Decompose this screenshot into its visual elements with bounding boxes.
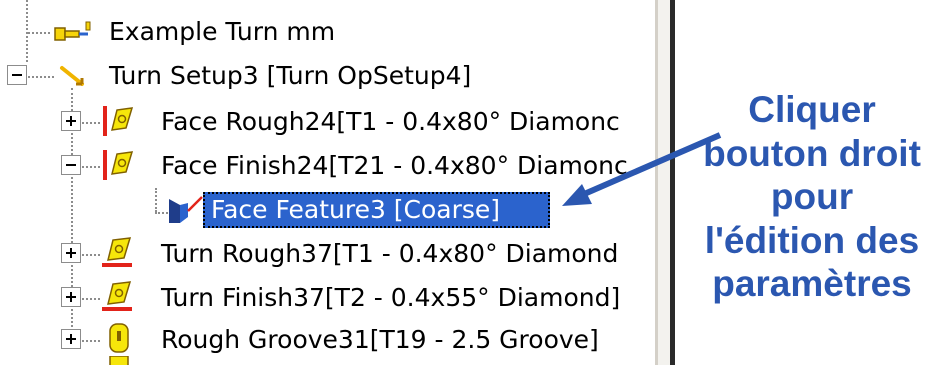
annotation-line: paramètres [712,263,912,304]
face-rough-icon [103,106,134,136]
part-icon [54,21,91,41]
operation-tree: Example Turn mm Turn Setup3 [Turn OpSetu… [0,0,655,365]
tree-guide-line [82,122,100,124]
collapse-icon[interactable] [61,155,81,175]
tree-row-operation[interactable]: Turn Finish37[T2 - 0.4x55° Diamond] [0,276,655,320]
turn-rough-icon [102,237,132,267]
tree-guide-line [28,32,50,34]
tree-row-operation[interactable]: Turn Rough37[T1 - 0.4x80° Diamond [0,232,655,276]
turn-setup-icon [60,66,84,86]
annotation-text: Cliquer bouton droit pour l'édition des … [680,88,944,306]
expand-icon[interactable] [61,287,81,307]
annotation-line: Cliquer [748,89,876,130]
tree-guide-line [28,76,54,78]
tree-row-root[interactable]: Example Turn mm [0,10,655,54]
tree-guide-line [82,254,100,256]
operation-label: Face Rough24[T1 - 0.4x80° Diamonc [161,107,620,136]
root-label: Example Turn mm [109,17,336,46]
expand-icon[interactable] [61,243,81,263]
tree-guide-line [82,166,100,168]
tree-guide-line [82,340,100,342]
turn-finish-icon [102,281,132,311]
tree-row-operation[interactable]: Face Rough24[T1 - 0.4x80° Diamonc [0,100,655,144]
annotation-line: pour [770,176,854,217]
operation-label: Turn Finish37[T2 - 0.4x55° Diamond] [161,283,621,312]
tree-row-feature[interactable]: Face Feature3 [Coarse] [0,188,655,232]
selected-feature[interactable]: Face Feature3 [Coarse] [203,192,550,228]
next-operation-icon [109,356,129,365]
expand-icon[interactable] [61,111,81,131]
panel-edge [670,0,675,365]
tree-row-operation[interactable]: Rough Groove31[T19 - 2.5 Groove] [0,318,655,362]
tree-row-operation[interactable]: Face Finish24[T21 - 0.4x80° Diamonc [0,144,655,188]
expand-icon[interactable] [61,329,81,349]
rough-groove-icon [109,323,129,353]
operation-label: Rough Groove31[T19 - 2.5 Groove] [161,325,599,354]
face-finish-icon [103,150,134,180]
tree-guide-line [82,298,100,300]
feature-label: Face Feature3 [Coarse] [211,195,501,224]
operation-label: Turn Rough37[T1 - 0.4x80° Diamond [161,239,619,268]
operation-label: Face Finish24[T21 - 0.4x80° Diamonc [161,151,628,180]
annotation-line: bouton droit [703,132,921,174]
annotation-line: l'édition des [704,219,920,261]
setup-label: Turn Setup3 [Turn OpSetup4] [109,61,472,90]
tree-row-setup[interactable]: Turn Setup3 [Turn OpSetup4] [0,54,655,98]
face-feature-icon [169,196,203,223]
collapse-icon[interactable] [7,65,27,85]
panel-splitter[interactable] [658,0,670,365]
